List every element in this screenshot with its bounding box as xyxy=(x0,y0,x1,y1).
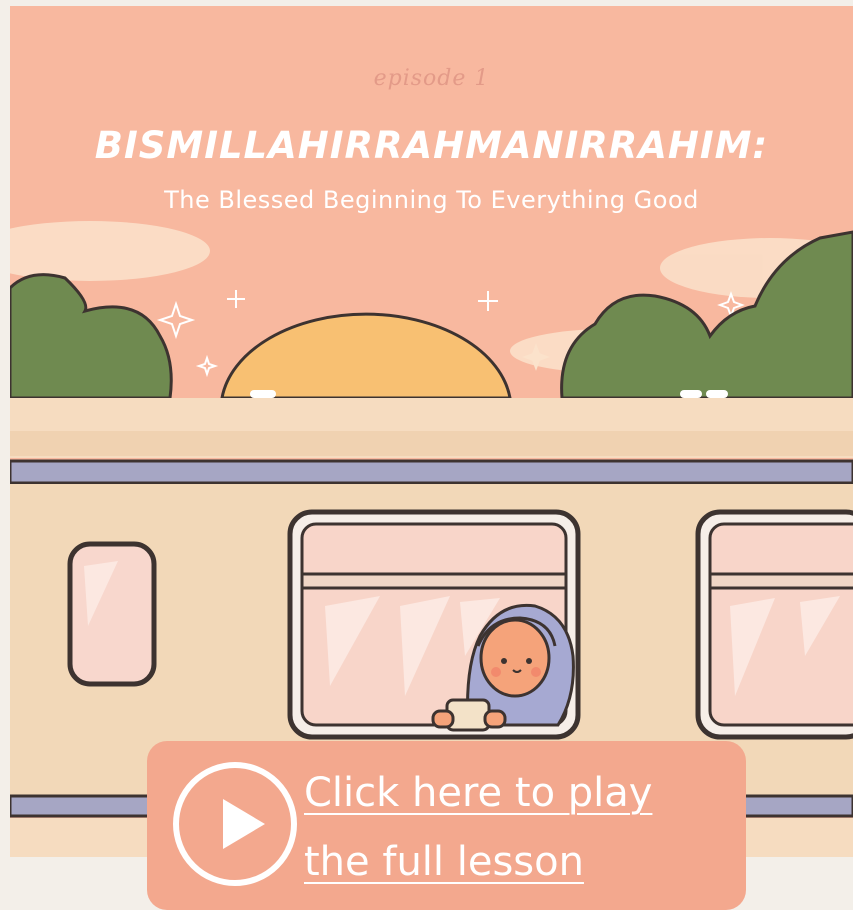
episode-label: episode 1 xyxy=(373,66,490,91)
play-lesson-link[interactable]: Click here to play the full lesson xyxy=(304,759,652,897)
play-lesson-link-line2[interactable]: the full lesson xyxy=(304,828,652,897)
episode-cover-illustration: episode 1 BISMILLAHIRRAHMANIRRAHIM: The … xyxy=(10,6,853,857)
episode-title: BISMILLAHIRRAHMANIRRAHIM: xyxy=(94,124,769,167)
roof-vent xyxy=(706,390,728,398)
play-triangle-icon xyxy=(223,799,265,849)
episode-subtitle: The Blessed Beginning To Everything Good xyxy=(164,186,699,214)
play-full-lesson-button[interactable]: Click here to play the full lesson xyxy=(147,741,746,910)
roof-vent xyxy=(680,390,702,398)
roof-vent xyxy=(250,390,276,398)
train-stripe-top xyxy=(10,459,853,485)
play-lesson-link-line1[interactable]: Click here to play xyxy=(304,759,652,828)
play-circle-icon[interactable] xyxy=(173,762,297,886)
